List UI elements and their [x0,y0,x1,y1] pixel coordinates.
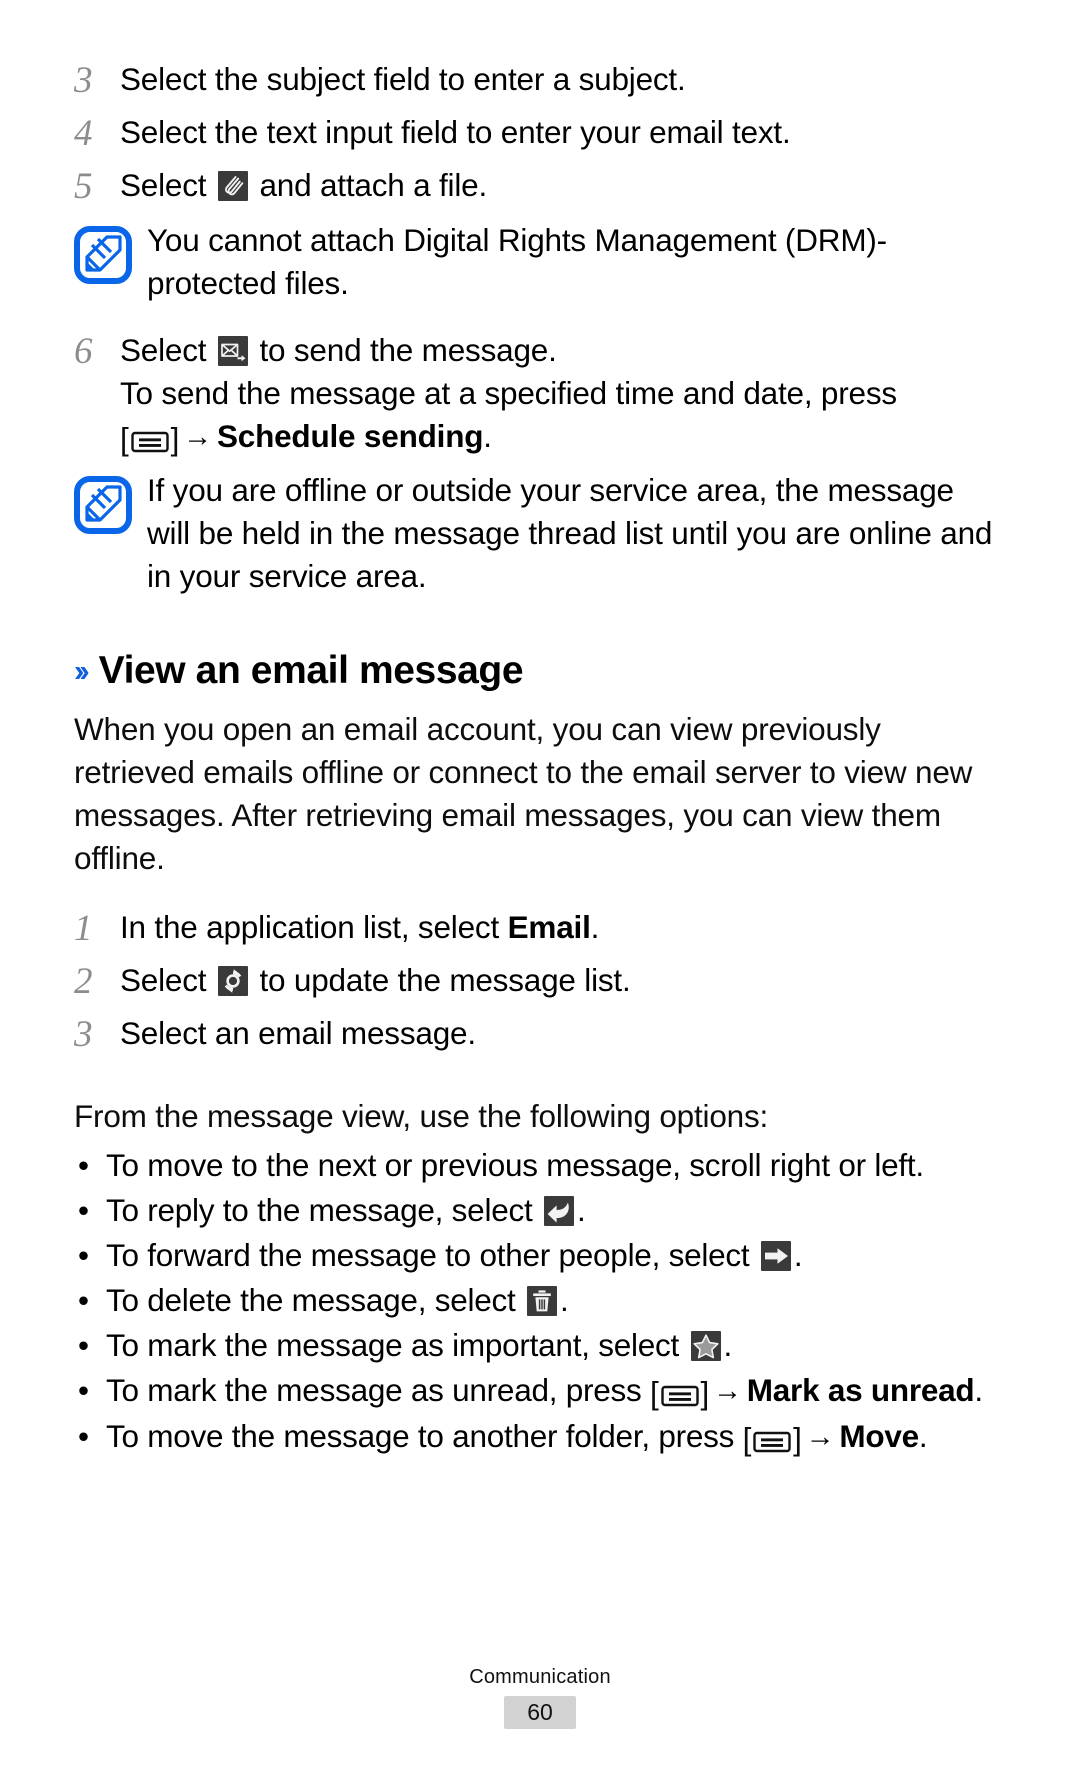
list-text-after: . [560,1282,569,1318]
arrow-glyph: → [183,421,212,453]
step-number: 4 [74,113,93,154]
step-item: 1 In the application list, select Email. [74,906,1000,951]
step-text: Select an email message. [120,1015,476,1051]
list-item: • To mark the message as important, sele… [74,1324,1000,1367]
menu-target-label: Move [839,1418,919,1454]
step-text-after: and attach a file. [250,167,488,203]
send-envelope-icon [217,336,248,366]
list-text-before: To forward the message to other people, … [106,1237,758,1273]
bullet-glyph: • [78,1147,90,1183]
step-text-after: to update the message list. [250,962,631,998]
step-text: Select and attach a file. [120,164,1000,207]
note-pencil-icon [74,219,146,284]
list-item: • To delete the message, select . [74,1279,1000,1322]
step-number: 5 [74,166,93,207]
menu-target-label: Schedule sending [216,418,484,454]
trash-delete-icon [527,1286,557,1316]
paperclip-attach-icon [217,171,248,201]
period: . [483,418,492,454]
step-item: 2 Select to update the message list. [74,959,1000,1004]
footer-section-label: Communication [469,1666,611,1688]
list-text-before: To move the message to another folder, p… [106,1418,743,1454]
list-item-text: To mark the message as unread, press [] →… [106,1369,1000,1413]
step-subtext-line1: To send the message at a specified time … [120,375,897,411]
list-item-text: To move to the next or previous message,… [106,1147,924,1183]
menu-key-icon: [] [650,1375,710,1411]
page-footer: Communication 60 [0,1666,1080,1729]
manual-page: 3 Select the subject field to enter a su… [0,0,1080,1771]
bullet-glyph: • [78,1418,90,1454]
list-text-before: To delete the message, select [106,1282,524,1318]
note-box-offline: If you are offline or outside your servi… [74,469,1000,598]
list-item: • To mark the message as unread, press [… [74,1369,1000,1413]
list-item-text: To delete the message, select . [106,1279,1000,1322]
app-name-label: Email [507,909,591,945]
bullet-glyph: • [78,1192,90,1228]
step-text-before: In the application list, select [120,909,508,945]
step-text: Select the text input field to enter you… [120,114,791,150]
step-text-after: . [590,909,600,945]
list-item-text: To forward the message to other people, … [106,1234,1000,1277]
step-number: 1 [74,908,93,949]
list-text-before: To reply to the message, select [106,1192,541,1228]
bullet-glyph: • [78,1237,90,1273]
step-text-after: to send the message. [250,332,557,368]
step-number: 3 [74,60,93,101]
arrow-glyph: → [805,1421,835,1453]
list-item: • To forward the message to other people… [74,1234,1000,1277]
step-number: 6 [74,331,93,372]
list-text-after: . [576,1192,586,1228]
step-text-before: Select [120,167,215,203]
menu-target-label: Mark as unread [746,1372,975,1408]
section-heading: ›› View an email message [74,648,1000,694]
bullet-glyph: • [78,1372,90,1408]
note-text: You cannot attach Digital Rights Managem… [147,222,887,301]
step-item: 4 Select the text input field to enter y… [74,111,1000,156]
step-text: Select to update the message list. [120,959,1000,1002]
list-text-after: . [723,1327,733,1363]
refresh-sync-icon [217,966,248,996]
step-subtext-line2: [] → Schedule sending. [120,415,1000,459]
chevron-double-right-icon: ›› [74,653,90,688]
options-lead-in: From the message view, use the following… [74,1098,769,1134]
list-item: • To move to the next or previous messag… [74,1144,1000,1187]
note-pencil-icon [74,469,146,534]
step-text: In the application list, select Email. [120,906,1000,949]
list-text-before: To mark the message as important, select [106,1327,688,1363]
step-text: Select the subject field to enter a subj… [120,61,686,97]
step-item: 6 Select to send the message. To send th… [74,329,1000,459]
note-text: If you are offline or outside your servi… [147,472,993,594]
step-item: 3 Select the subject field to enter a su… [74,58,1000,103]
note-box-drm: You cannot attach Digital Rights Managem… [74,219,1000,305]
step-item: 3 Select an email message. [74,1012,1000,1057]
list-item: • To move the message to another folder,… [74,1415,1000,1459]
list-text-after: . [793,1237,803,1273]
list-item-text: To move the message to another folder, p… [106,1415,1000,1459]
options-list: • To move to the next or previous messag… [74,1144,1000,1459]
forward-arrow-icon [760,1241,791,1271]
list-text-after: . [918,1418,928,1454]
list-text-before: To mark the message as unread, press [106,1372,651,1408]
list-item: • To reply to the message, select . [74,1189,1000,1232]
step-text-before: Select [120,962,215,998]
step-number: 2 [74,961,93,1002]
step-item: 5 Select and attach a file. [74,164,1000,209]
arrow-glyph: → [713,1375,742,1407]
list-text-after: . [974,1372,983,1408]
star-important-icon [690,1331,721,1361]
page-number-badge: 60 [504,1696,576,1729]
list-item-text: To mark the message as important, select… [106,1324,1000,1367]
list-item-text: To reply to the message, select . [106,1189,1000,1232]
menu-key-icon: [] [742,1421,802,1457]
menu-key-icon: [] [120,421,180,457]
section-title: View an email message [98,649,524,692]
step-text: Select to send the message. To send the … [120,329,1000,459]
step-number: 3 [74,1014,93,1055]
section-intro: When you open an email account, you can … [74,711,973,876]
bullet-glyph: • [78,1327,90,1363]
reply-arrow-icon [543,1196,574,1226]
step-text-before: Select [120,332,215,368]
bullet-glyph: • [78,1282,90,1318]
